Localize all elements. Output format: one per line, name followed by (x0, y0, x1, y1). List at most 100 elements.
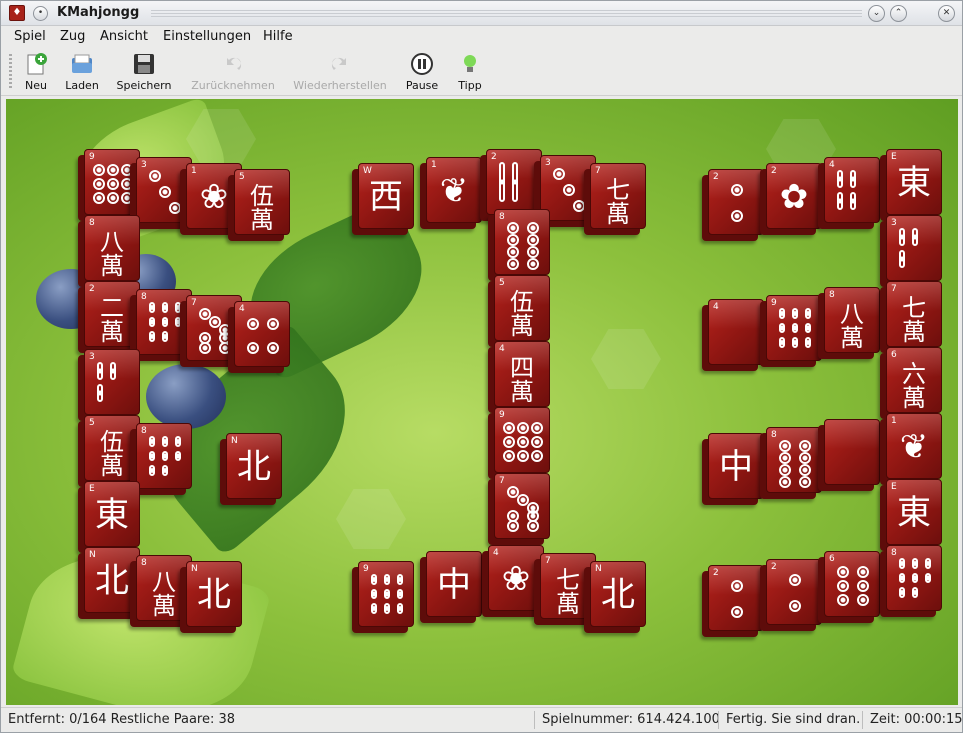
tile-index-label: E (891, 152, 897, 162)
circle-suit-icon (503, 484, 543, 532)
mahjong-tile[interactable]: 東E (78, 481, 140, 553)
game-number-status: Spielnummer: 614.424.100 (542, 712, 720, 727)
window-menu-button[interactable]: • (33, 6, 48, 21)
tile-index-label: 3 (89, 352, 95, 362)
mahjong-tile[interactable]: 六 萬 6 (880, 347, 942, 419)
mahjong-tile[interactable]: 8 (760, 427, 822, 499)
hint-label: Tipp (458, 79, 482, 92)
new-game-button[interactable]: Neu (19, 52, 53, 94)
mahjong-tile[interactable]: 3 (880, 215, 942, 287)
character-glyph: 六 萬 (902, 360, 926, 412)
tile-index-label: N (89, 550, 96, 560)
orchid-picture-icon: ✿ (779, 177, 809, 217)
kmahjongg-app-icon[interactable]: ♦ (9, 5, 25, 21)
menu-ansicht[interactable]: Ansicht (100, 29, 148, 44)
mahjong-tile[interactable]: 6 (818, 551, 880, 623)
tile-index-label: 7 (499, 476, 505, 486)
pause-label: Pause (405, 79, 439, 92)
mahjong-tile[interactable]: 北N (220, 433, 282, 505)
tile-index-label: 5 (89, 418, 95, 428)
tile-index-label: 2 (89, 284, 95, 294)
maximize-button[interactable]: ⌃ (890, 5, 907, 22)
title-bar[interactable]: ♦ • KMahjongg ⌄ ⌃ ✕ (1, 1, 962, 26)
character-glyph: 八 萬 (100, 228, 124, 280)
mahjong-tile[interactable]: 七 萬 7 (880, 281, 942, 353)
honor-glyph: 中 (437, 565, 471, 605)
mahjong-tile[interactable]: 3 (78, 349, 140, 421)
undo-button[interactable]: Zurücknehmen (189, 52, 277, 94)
redo-label: Wiederherstellen (293, 79, 387, 92)
mahjong-tile[interactable]: ❦ 1 (420, 157, 482, 229)
tile-index-label: 8 (829, 290, 835, 300)
status-separator (718, 711, 719, 729)
mahjong-tile[interactable]: 4 (818, 157, 880, 229)
mahjong-tile[interactable]: 北N (584, 561, 646, 633)
mahjong-tile[interactable]: 7 (488, 473, 550, 545)
toolbar: Neu Laden Speichern Zurücknehmen Wiederh… (1, 48, 962, 96)
character-glyph: 四 萬 (510, 354, 534, 406)
mahjong-tile[interactable]: 中 (420, 551, 482, 623)
redo-arrow-icon (328, 52, 352, 76)
mahjong-tile[interactable]: ✿ 2 (760, 163, 822, 235)
tile-index-label: N (191, 564, 198, 574)
mahjong-tile[interactable]: 東E (880, 149, 942, 221)
circle-suit-icon (833, 562, 873, 610)
tile-index-label: N (231, 436, 238, 446)
menu-hilfe[interactable]: Hilfe (263, 29, 293, 44)
honor-glyph: 北 (197, 575, 231, 615)
mahjong-tile[interactable]: 2 (702, 565, 764, 637)
mahjong-tile[interactable]: 8 (488, 209, 550, 281)
mahjong-tile[interactable]: 中 (702, 433, 764, 505)
circle-suit-icon (145, 168, 185, 216)
mahjong-tile[interactable]: 4 (702, 299, 764, 371)
mahjong-tile[interactable]: 東E (880, 479, 942, 551)
mahjong-tile[interactable]: 西W (352, 163, 414, 235)
mahjong-tile[interactable]: 七 萬 7 (584, 163, 646, 235)
mahjong-tile[interactable]: 8 (880, 545, 942, 617)
open-folder-icon (70, 52, 94, 76)
bamboo-suit-icon (895, 226, 935, 274)
mahjong-tile[interactable]: 伍 萬 5 (228, 169, 290, 241)
mahjong-tile[interactable]: 8 (130, 423, 192, 495)
mahjong-tile[interactable]: 北N (180, 561, 242, 633)
load-button[interactable]: Laden (61, 52, 103, 94)
bamboo-suit-icon (367, 572, 407, 620)
pause-icon (410, 52, 434, 76)
character-glyph: 八 萬 (840, 300, 864, 352)
redo-button[interactable]: Wiederherstellen (291, 52, 389, 94)
mahjong-tile[interactable] (818, 419, 880, 491)
mahjong-tile[interactable]: 2 (760, 559, 822, 631)
mahjong-tile[interactable]: 9 (760, 295, 822, 367)
hint-button[interactable]: Tipp (453, 52, 487, 94)
tile-index-label: 8 (771, 430, 777, 440)
mahjong-tile[interactable]: 八 萬 8 (78, 215, 140, 287)
close-button[interactable]: ✕ (938, 5, 955, 22)
window-title: KMahjongg (57, 5, 140, 20)
mahjong-tile[interactable]: 9 (488, 407, 550, 479)
toolbar-grip[interactable] (9, 54, 12, 90)
mahjong-tile[interactable]: 9 (352, 561, 414, 633)
tile-index-label: N (595, 564, 602, 574)
menu-zug[interactable]: Zug (60, 29, 85, 44)
save-button[interactable]: Speichern (114, 52, 174, 94)
circle-suit-icon (775, 570, 815, 618)
minimize-button[interactable]: ⌄ (868, 5, 885, 22)
mahjong-tile[interactable]: 四 萬 4 (488, 341, 550, 413)
menu-spiel[interactable]: Spiel (14, 29, 46, 44)
mahjong-tile[interactable]: 伍 萬 5 (488, 275, 550, 347)
bamboo-suit-icon (833, 168, 873, 216)
mahjong-tile[interactable]: ❦ 1 (880, 413, 942, 485)
mahjong-tile[interactable]: 4 (228, 301, 290, 373)
game-board[interactable]: 9 3 ❀ 1 伍 萬5八 萬8二 萬28743伍 萬58北N東E北N八 萬 8 北 N 西 W ❦… (6, 99, 958, 705)
tile-index-label: 4 (499, 344, 505, 354)
circle-suit-icon (717, 576, 757, 624)
circle-suit-icon (503, 418, 543, 466)
mahjong-tile[interactable]: 2 (702, 169, 764, 241)
tile-index-label: 7 (595, 166, 601, 176)
pause-button[interactable]: Pause (402, 52, 442, 94)
circle-suit-icon (503, 220, 543, 270)
lightbulb-icon (458, 52, 482, 76)
tile-index-label: 3 (891, 218, 897, 228)
mahjong-tile[interactable]: 八 萬 8 (818, 287, 880, 359)
menu-einstellungen[interactable]: Einstellungen (163, 29, 251, 44)
